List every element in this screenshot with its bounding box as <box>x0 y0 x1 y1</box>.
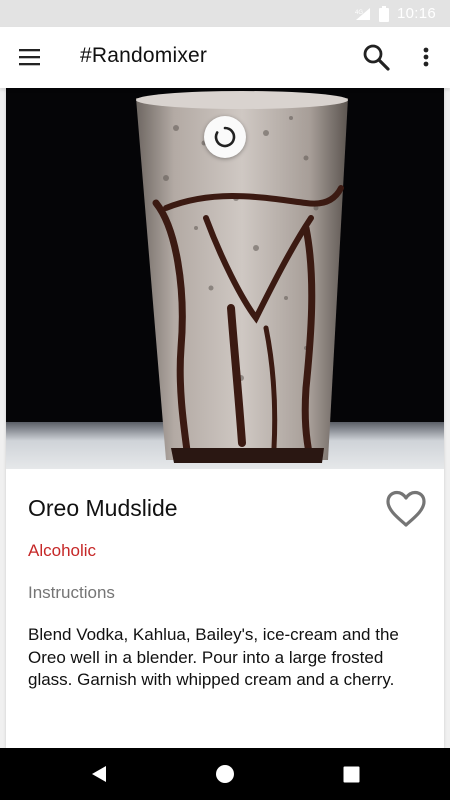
menu-icon <box>19 49 40 66</box>
drink-card: Oreo Mudslide Alcoholic Instructions Ble… <box>6 88 444 748</box>
drink-image <box>6 88 444 469</box>
instructions-text: Blend Vodka, Kahlua, Bailey's, ice-cream… <box>28 625 399 689</box>
navigation-bar <box>0 748 450 800</box>
home-button[interactable] <box>212 761 238 787</box>
recents-icon <box>343 766 359 782</box>
app-title: #Randomixer <box>80 44 208 67</box>
more-vert-icon <box>423 47 429 67</box>
back-button[interactable] <box>86 761 112 787</box>
back-icon <box>92 766 106 782</box>
app-bar: #Randomixer <box>0 27 450 88</box>
refresh-spinner-icon <box>214 126 236 148</box>
more-options-button[interactable] <box>412 39 440 75</box>
battery-icon <box>378 5 389 22</box>
instructions-heading: Instructions <box>28 583 115 602</box>
drink-name: Oreo Mudslide <box>28 495 178 521</box>
drink-category: Alcoholic <box>28 541 97 560</box>
network-type: 4G <box>355 10 363 16</box>
home-icon <box>216 765 234 783</box>
menu-button[interactable] <box>12 39 48 75</box>
search-icon <box>363 44 390 71</box>
search-button[interactable] <box>358 39 394 75</box>
status-icons: 4G 10:16 <box>355 0 436 27</box>
status-bar: 4G 10:16 <box>0 0 450 27</box>
loading-indicator <box>204 116 246 158</box>
signal-icon: 4G <box>355 7 371 21</box>
favorite-button[interactable] <box>384 488 428 530</box>
status-time: 10:16 <box>396 5 436 22</box>
recents-button[interactable] <box>338 761 364 787</box>
heart-outline-icon <box>386 490 426 527</box>
